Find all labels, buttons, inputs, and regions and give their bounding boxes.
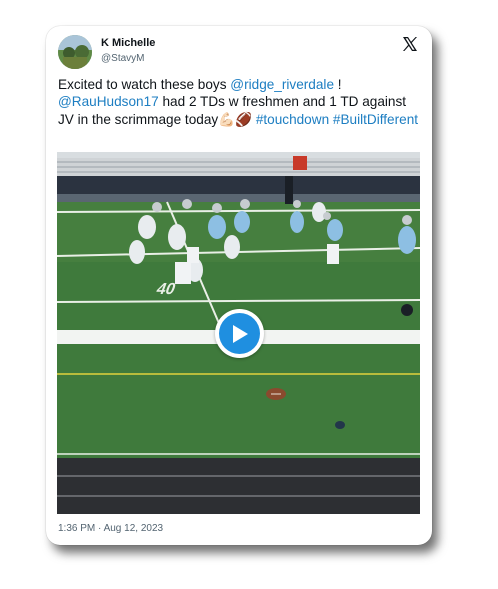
avatar-image: [58, 35, 92, 69]
hashtag-link[interactable]: #touchdown: [256, 112, 329, 127]
tweet-text-segment: Excited to watch these boys: [58, 77, 231, 92]
hashtag-link[interactable]: #BuiltDifferent: [333, 112, 418, 127]
video-player[interactable]: 40: [57, 152, 420, 514]
tweet-text-segment: !: [334, 77, 342, 92]
display-name[interactable]: K Michelle: [101, 37, 155, 49]
tweet-card[interactable]: K Michelle @StavyM Excited to watch thes…: [46, 26, 432, 545]
mention-link[interactable]: @RauHudson17: [58, 94, 159, 109]
x-logo-icon[interactable]: [402, 36, 418, 52]
tweet-text: Excited to watch these boys @ridge_river…: [58, 76, 424, 128]
avatar[interactable]: [58, 35, 92, 69]
tweet-timestamp[interactable]: 1:36 PM · Aug 12, 2023: [58, 523, 163, 534]
play-button[interactable]: [215, 309, 264, 358]
mention-link[interactable]: @ridge_riverdale: [230, 77, 334, 92]
user-handle[interactable]: @StavyM: [101, 53, 145, 64]
play-icon: [219, 313, 260, 354]
